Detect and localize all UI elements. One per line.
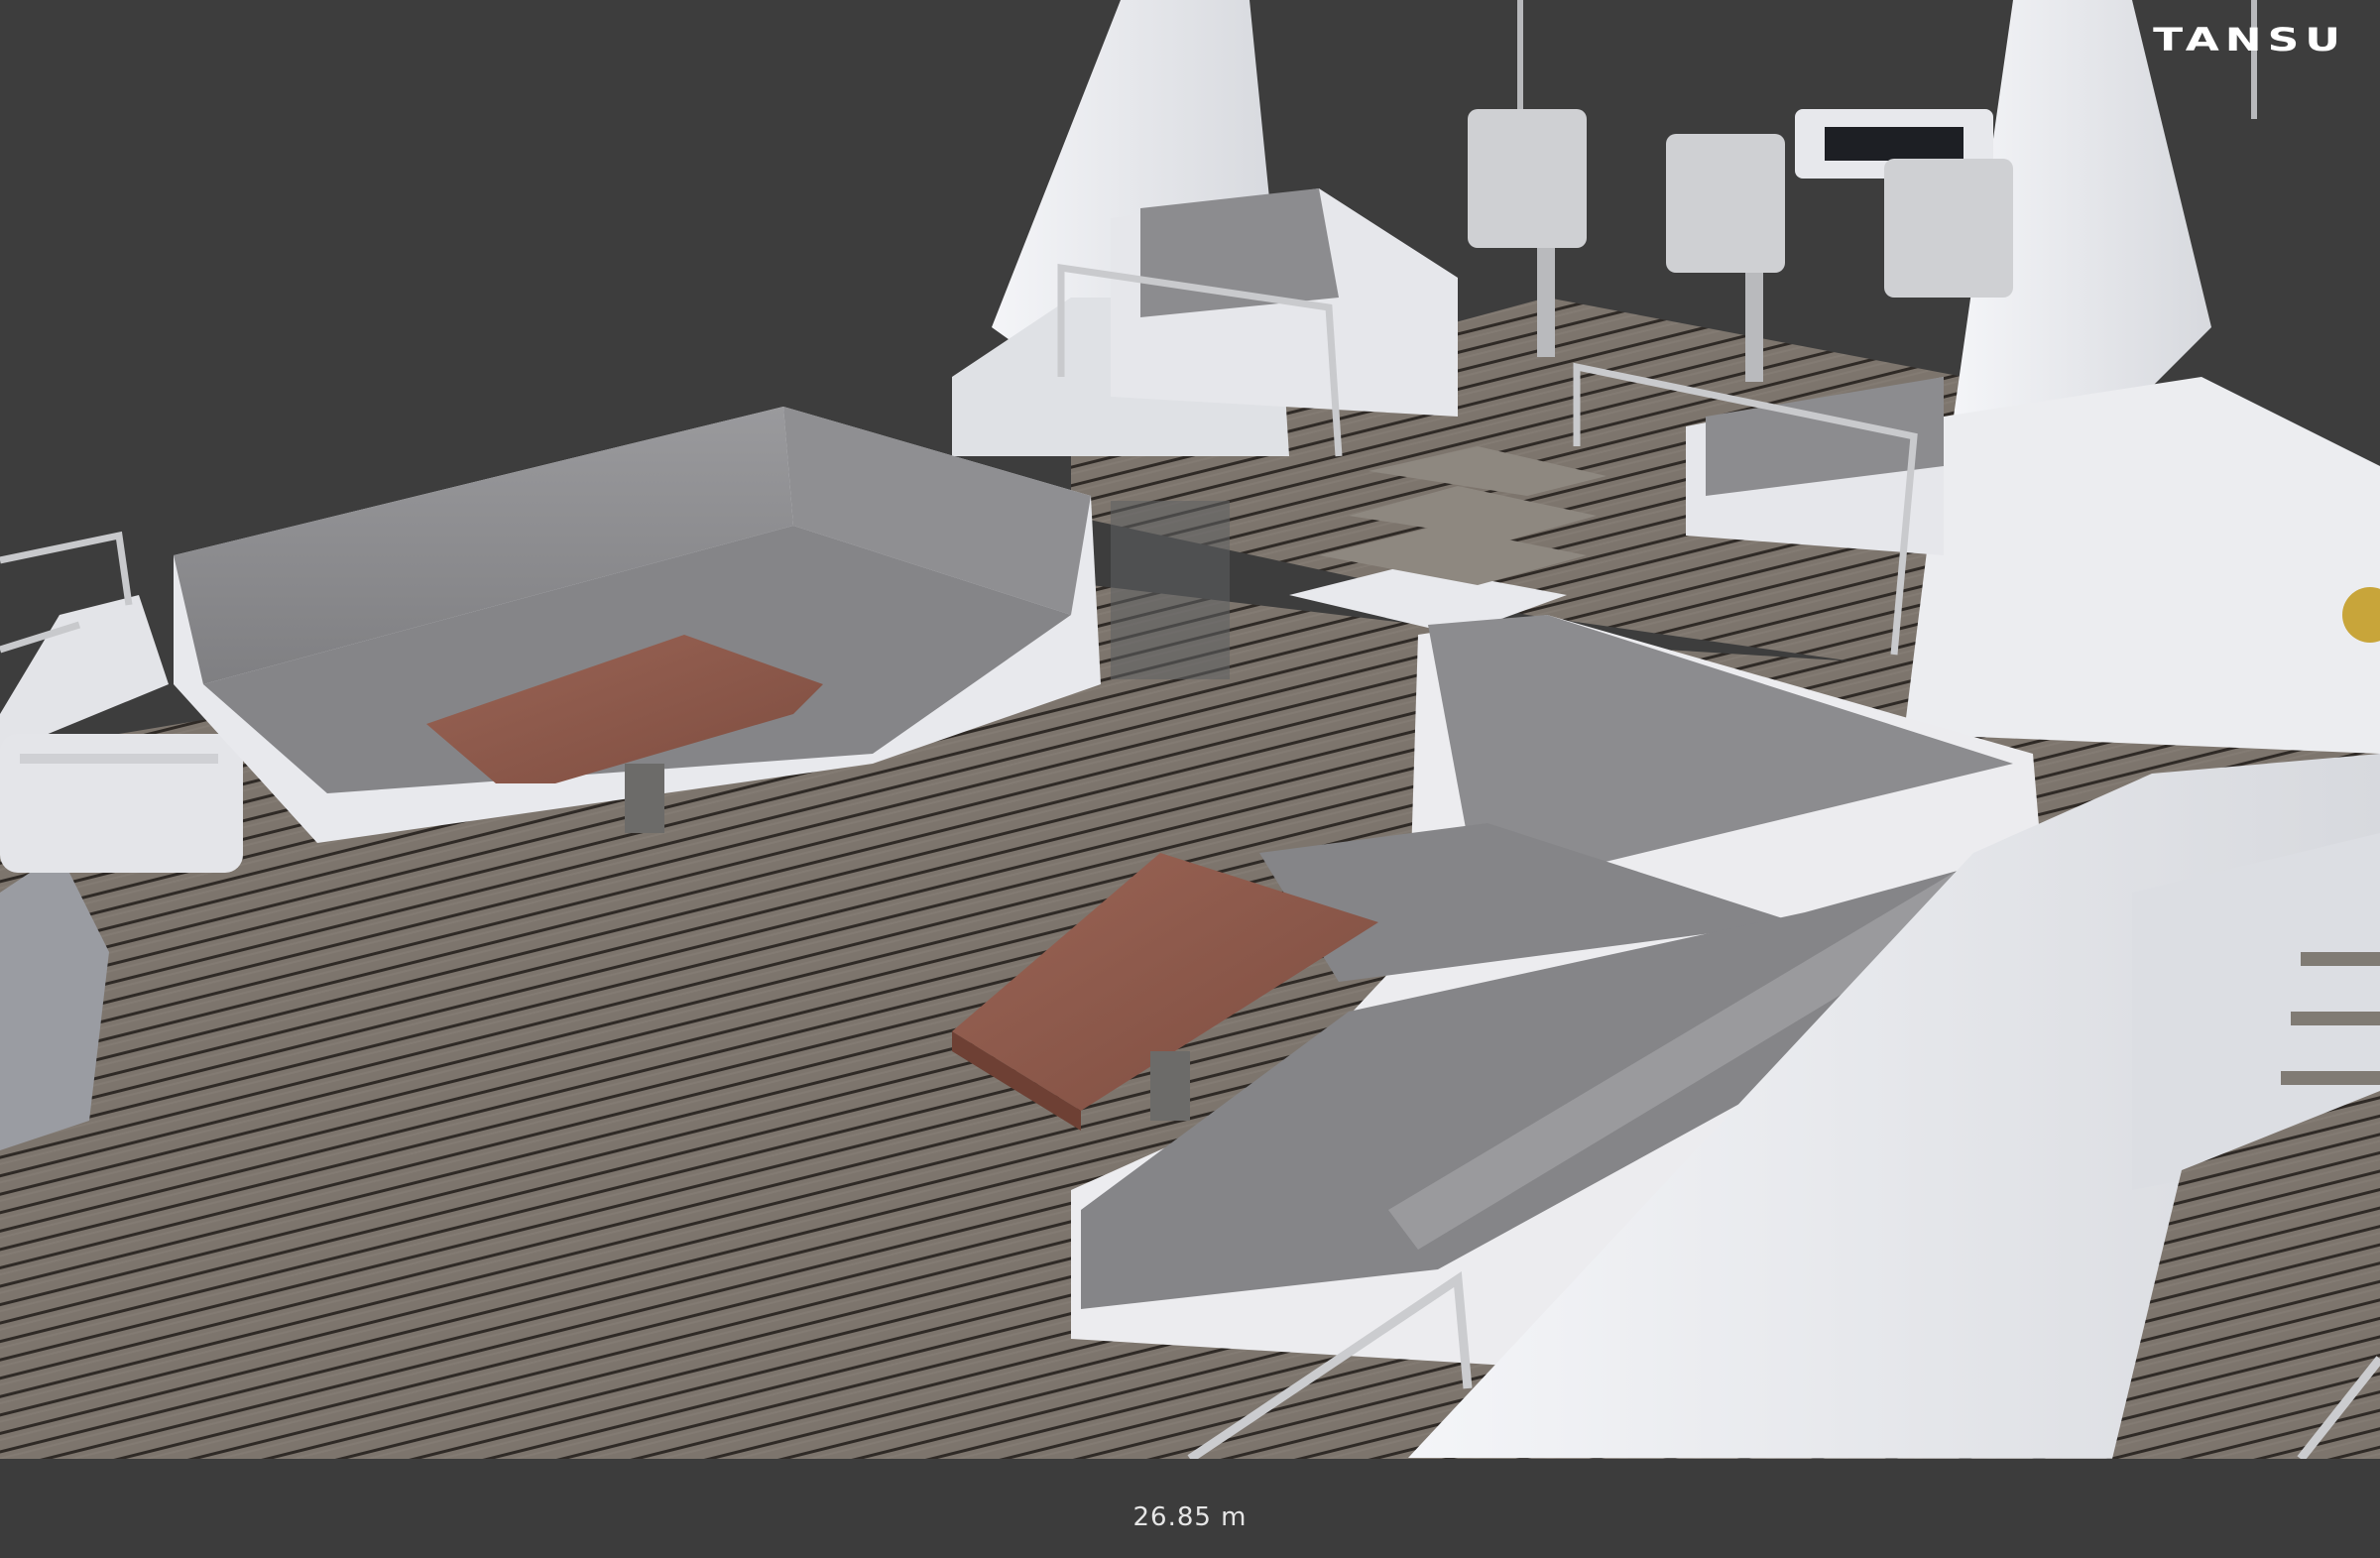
vessel-length-label: 26.85 m xyxy=(1132,1502,1248,1532)
render-viewer[interactable]: TANSU 26.85 m xyxy=(0,0,2380,1558)
footer-bar: 26.85 m xyxy=(0,1459,2380,1558)
scene-render[interactable] xyxy=(0,0,2380,1459)
tansu-logo: TANSU xyxy=(2153,22,2346,59)
deck-render-image xyxy=(0,0,2380,1459)
